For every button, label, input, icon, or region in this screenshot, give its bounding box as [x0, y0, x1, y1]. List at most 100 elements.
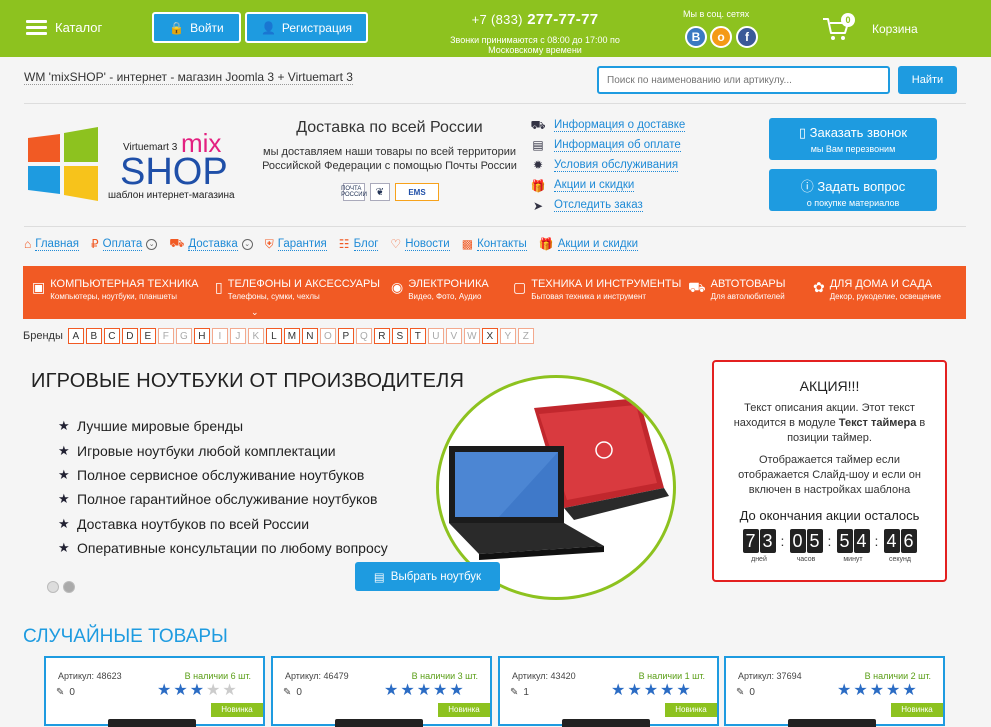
user-icon: 👤 [260, 20, 276, 35]
product-image[interactable] [788, 719, 876, 727]
category-computers[interactable]: ▣ КОМПЬЮТЕРНАЯ ТЕХНИКА Компьютеры, ноутбу… [32, 278, 199, 303]
new-badge: Новинка [891, 703, 943, 717]
brand-letter[interactable]: S [391, 328, 408, 344]
callback-button[interactable]: ▯ Заказать звонок мы Вам перезвоним [769, 118, 937, 160]
register-button[interactable]: 👤 Регистрация [245, 12, 368, 43]
brand-letter[interactable]: L [265, 328, 282, 344]
promo-title: ИГРОВЫЕ НОУТБУКИ ОТ ПРОИЗВОДИТЕЛЯ [31, 370, 465, 392]
product-image[interactable] [108, 719, 196, 727]
star-icon: ★ [58, 540, 70, 556]
nav-item-sales[interactable]: 🎁 Акции и скидки [539, 236, 639, 252]
list-item: ★ Оперативные консультации по любому вопр… [58, 540, 388, 557]
site-title[interactable]: WM 'mixSHOP' - интернет - магазин Joomla… [24, 70, 353, 85]
new-badge: Новинка [211, 703, 263, 717]
star-icon: ★ [449, 682, 464, 699]
catalog-menu-button[interactable]: Каталог [26, 20, 102, 35]
brand-letter[interactable]: D [121, 328, 138, 344]
catalog-label: Каталог [55, 20, 103, 35]
brand-letter[interactable]: Q [355, 328, 372, 344]
category-electronics[interactable]: ◉ ЭЛЕКТРОНИКА Видео, Фото, Аудио [391, 278, 489, 303]
timer-minutes: 54 минут [836, 529, 870, 563]
brand-letter[interactable]: F [157, 328, 174, 344]
info-link-sales[interactable]: 🎁 Акции и скидки [530, 176, 685, 196]
cart-link[interactable]: Корзина [872, 22, 918, 36]
brand-letter[interactable]: O [319, 328, 336, 344]
category-auto[interactable]: ⛟ АВТОТОВАРЫ Для автолюбителей [688, 278, 786, 303]
product-reviews[interactable]: ✎ 1 [510, 687, 529, 698]
search-button[interactable]: Найти [898, 66, 957, 94]
search-input[interactable] [597, 66, 890, 94]
chevron-down-icon: ⌄ [241, 238, 253, 250]
mobile-icon: ▯ [798, 125, 807, 140]
brand-letter[interactable]: K [247, 328, 264, 344]
login-button[interactable]: 🔒 Войти [152, 12, 241, 43]
nav-item-blog[interactable]: ☷ Блог [339, 236, 379, 252]
brand-letter[interactable]: W [463, 328, 480, 344]
category-home[interactable]: ✿ ДЛЯ ДОМА И САДА Декор, рукоделие, освещ… [813, 278, 941, 303]
brand-letter[interactable]: V [445, 328, 462, 344]
info-link-terms[interactable]: ✹ Условия обслуживания [530, 155, 685, 175]
list-item: ★ Лучшие мировые бренды [58, 418, 244, 435]
nav-item-home[interactable]: ⌂ Главная [24, 236, 80, 252]
product-rating: ★ ★ ★ ★ ★ [837, 683, 917, 699]
tools-icon: ▢ [513, 279, 527, 295]
category-phones[interactable]: ▯ ТЕЛЕФОНЫ И АКСЕССУАРЫ Телефоны, сумки, … [215, 278, 380, 303]
vk-icon[interactable]: В [685, 26, 707, 48]
star-icon: ★ [869, 682, 885, 699]
brand-letter[interactable]: J [229, 328, 246, 344]
ask-question-button[interactable]: ⓘ Задать вопрос о покупке материалов [769, 169, 937, 211]
product-reviews[interactable]: ✎ 0 [283, 687, 302, 698]
choose-laptop-button[interactable]: ▤ Выбрать ноутбук [355, 562, 500, 591]
product-stock: В наличии 2 шт. [864, 671, 931, 681]
nav-item-warranty[interactable]: ⛨ Гарантия [265, 236, 327, 252]
star-icon: ★ [643, 682, 659, 699]
brand-letter[interactable]: R [373, 328, 390, 344]
action-description: Текст описания акции. Этот текст находит… [733, 402, 926, 444]
car-icon: ⛟ [688, 279, 706, 295]
brand-letter[interactable]: Y [499, 328, 516, 344]
slider-dot[interactable] [47, 581, 59, 593]
phone-number[interactable]: +7 (833) 277-77-77 [440, 11, 630, 28]
nav-item-contacts[interactable]: ▩ Контакты [462, 236, 527, 252]
mixshop-logo[interactable]: Virtuemart 3 mix SHOP шаблон интернет-ма… [26, 124, 246, 204]
brand-letter[interactable]: N [301, 328, 318, 344]
brand-letter[interactable]: M [283, 328, 300, 344]
star-icon: ★ [611, 682, 626, 699]
brand-letter[interactable]: U [427, 328, 444, 344]
nav-item-payment[interactable]: ₽ Оплата ⌄ [91, 236, 158, 252]
brand-letter[interactable]: P [337, 328, 354, 344]
info-link-delivery[interactable]: ⛟ Информация о доставке [530, 115, 686, 135]
brand-letter[interactable]: C [103, 328, 120, 344]
list-item: ★ Полное гарантийное обслуживание ноутбук… [58, 491, 378, 508]
brand-letter[interactable]: B [85, 328, 102, 344]
product-reviews[interactable]: ✎ 0 [736, 687, 755, 698]
product-image[interactable] [562, 719, 650, 727]
product-article: Артикул: 43420 [512, 671, 576, 681]
brand-letter[interactable]: Z [517, 328, 534, 344]
star-icon: ★ [886, 682, 901, 699]
product-reviews[interactable]: ✎ 0 [56, 687, 75, 698]
monitor-icon: ▣ [32, 279, 46, 295]
post-emblem-icon: ❦ [370, 183, 390, 201]
brand-letter[interactable]: X [481, 328, 498, 344]
star-icon: ★ [189, 682, 205, 699]
facebook-icon[interactable]: f [736, 26, 758, 48]
slider-dot-active[interactable] [63, 581, 75, 593]
nav-item-news[interactable]: ♡ Новости [390, 236, 450, 252]
info-link-track[interactable]: ➤ Отследить заказ [530, 196, 685, 216]
brand-letter[interactable]: G [175, 328, 192, 344]
brand-letter[interactable]: E [139, 328, 156, 344]
info-link-payment[interactable]: ▤ Информация об оплате [530, 135, 685, 155]
laptop-icon: ▤ [373, 571, 385, 584]
product-image[interactable] [335, 719, 423, 727]
category-tools[interactable]: ▢ ТЕХНИКА И ИНСТРУМЕНТЫ Бытовая техника и… [513, 278, 681, 303]
brand-letter[interactable]: T [409, 328, 426, 344]
odnoklassniki-icon[interactable]: o [710, 26, 732, 48]
timer-hours: 05 часов [789, 529, 823, 563]
brand-letter[interactable]: A [67, 328, 84, 344]
promo-timer-box: АКЦИЯ!!! Текст описания акции. Этот текс… [712, 360, 947, 582]
nav-item-delivery[interactable]: ⛟ Доставка ⌄ [169, 236, 253, 252]
star-icon: ★ [58, 491, 70, 507]
brand-letter[interactable]: I [211, 328, 228, 344]
brand-letter[interactable]: H [193, 328, 210, 344]
